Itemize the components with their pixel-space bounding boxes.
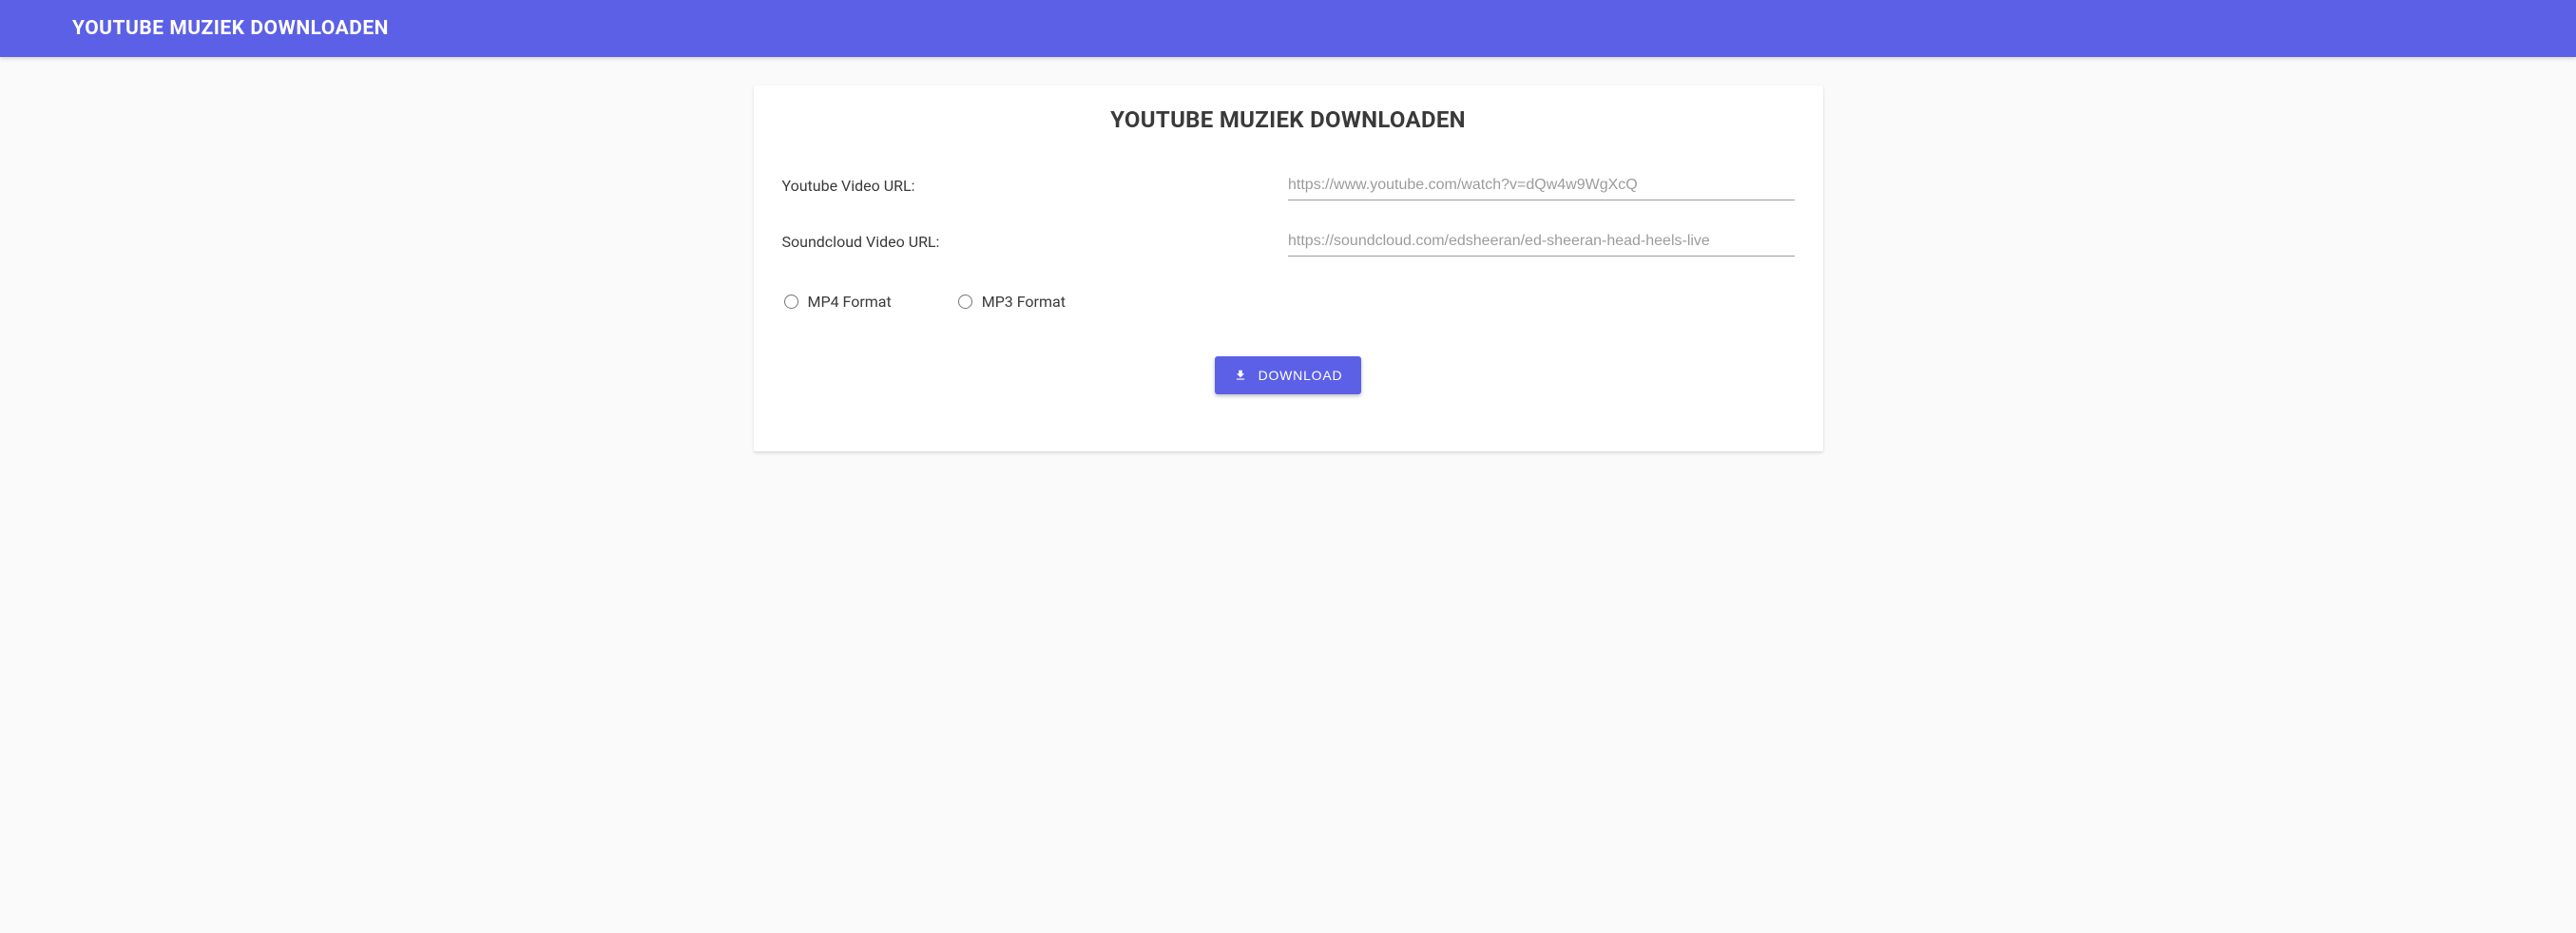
format-radio-group: MP4 Format MP3 Format	[782, 293, 1795, 311]
mp4-radio-label: MP4 Format	[808, 293, 892, 311]
soundcloud-input-wrap	[1288, 227, 1795, 257]
youtube-row: Youtube Video URL:	[782, 171, 1795, 200]
mp3-radio-label: MP3 Format	[982, 293, 1066, 311]
card-title: YOUTUBE MUZIEK DOWNLOADEN	[782, 106, 1795, 133]
download-button-label: DOWNLOAD	[1259, 368, 1343, 383]
download-card: YOUTUBE MUZIEK DOWNLOADEN Youtube Video …	[754, 86, 1823, 451]
soundcloud-row: Soundcloud Video URL:	[782, 227, 1795, 257]
youtube-url-input[interactable]	[1288, 171, 1795, 200]
app-title: YOUTUBE MUZIEK DOWNLOADEN	[72, 17, 2504, 40]
soundcloud-label: Soundcloud Video URL:	[782, 233, 1289, 251]
soundcloud-url-input[interactable]	[1288, 227, 1795, 257]
download-button[interactable]: DOWNLOAD	[1215, 356, 1362, 394]
download-icon	[1234, 369, 1247, 382]
mp4-radio[interactable]	[784, 295, 798, 309]
button-row: DOWNLOAD	[782, 356, 1795, 394]
youtube-label: Youtube Video URL:	[782, 177, 1289, 195]
mp3-radio-item[interactable]: MP3 Format	[958, 293, 1066, 311]
mp3-radio[interactable]	[958, 295, 972, 309]
mp4-radio-item[interactable]: MP4 Format	[784, 293, 892, 311]
main-content: YOUTUBE MUZIEK DOWNLOADEN Youtube Video …	[0, 57, 2576, 480]
youtube-input-wrap	[1288, 171, 1795, 200]
app-header: YOUTUBE MUZIEK DOWNLOADEN	[0, 0, 2576, 57]
